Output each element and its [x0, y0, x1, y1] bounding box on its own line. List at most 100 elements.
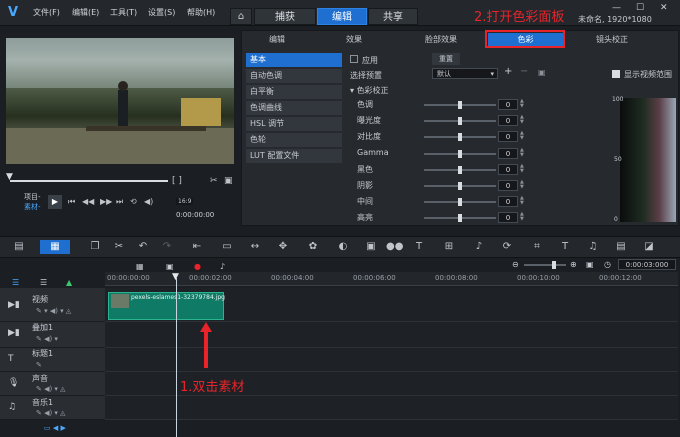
subtab-edit[interactable]: 编辑	[247, 33, 307, 47]
redo-icon[interactable]: ↷	[160, 240, 174, 254]
record-screen-icon[interactable]: ▭	[220, 240, 234, 254]
music-track-controls[interactable]: ✎ ◀) ▾ ◬	[36, 409, 66, 417]
subtab-lens-correction[interactable]: 镜头校正	[577, 33, 647, 47]
slider-knob[interactable]	[458, 150, 462, 158]
track-manager-icon[interactable]: ☰	[40, 278, 47, 287]
stepper-arrows-icon[interactable]: ▲ ▼	[520, 164, 524, 174]
close-icon[interactable]: ✕	[660, 3, 668, 13]
effects-icon[interactable]: ▣	[364, 240, 378, 254]
slider-knob[interactable]	[458, 198, 462, 206]
repeat-icon[interactable]: ⟲	[130, 197, 137, 206]
minimize-icon[interactable]: —	[612, 3, 621, 13]
stepper-arrows-icon[interactable]: ▲ ▼	[520, 115, 524, 125]
menu-edit[interactable]: 编辑(E)	[72, 7, 99, 18]
color-list-basic[interactable]: 基本	[246, 53, 342, 67]
menu-help[interactable]: 帮助(H)	[187, 7, 215, 18]
auto-music-icon[interactable]: ♪	[220, 262, 225, 271]
add-preset-icon[interactable]: +	[504, 66, 512, 77]
mask-icon[interactable]: ◐	[336, 240, 350, 254]
color-list-lut[interactable]: LUT 配置文件	[246, 149, 342, 163]
stepper-arrows-icon[interactable]: ▲ ▼	[520, 196, 524, 206]
slider-value-input[interactable]: 0	[498, 196, 518, 207]
track-lane-music[interactable]	[105, 396, 678, 420]
home-icon[interactable]: ⌂	[230, 8, 252, 25]
menu-tools[interactable]: 工具(T)	[110, 7, 137, 18]
timeline-playhead[interactable]	[176, 278, 177, 437]
subtab-face-effect[interactable]: 脸部效果	[408, 33, 474, 47]
clock-icon[interactable]: ◷	[604, 260, 611, 269]
play-button[interactable]: ▶	[48, 195, 62, 209]
stepper-arrows-icon[interactable]: ▲ ▼	[520, 131, 524, 141]
fit-timeline-icon[interactable]: ▣	[586, 260, 594, 269]
move-icon[interactable]: ✥	[276, 240, 290, 254]
text-3d-icon[interactable]: T	[558, 240, 572, 254]
volume-icon[interactable]: ◀)	[144, 197, 153, 206]
track-lane-title[interactable]	[105, 348, 678, 372]
color-list-auto-tone[interactable]: 自动色调	[246, 69, 342, 83]
apply-checkbox[interactable]	[350, 55, 358, 63]
tab-share[interactable]: 共享	[368, 8, 418, 25]
preview-scrubber[interactable]	[10, 180, 168, 182]
title-icon[interactable]: T	[412, 240, 426, 254]
overlay-track-controls[interactable]: ✎ ◀) ▾	[36, 335, 58, 343]
slider-knob[interactable]	[458, 101, 462, 109]
stepper-arrows-icon[interactable]: ▲ ▼	[520, 148, 524, 158]
preset-select[interactable]: 默认 ▾	[432, 68, 498, 79]
zoom-slider[interactable]	[524, 264, 566, 266]
slider-value-input[interactable]: 0	[498, 99, 518, 110]
preview-timecode[interactable]: 0:00:00:00	[176, 211, 214, 219]
stepper-arrows-icon[interactable]: ▲ ▼	[520, 99, 524, 109]
color-list-tone-curve[interactable]: 色调曲线	[246, 101, 342, 115]
audio-ducking-icon[interactable]: ♫	[586, 240, 600, 254]
tab-edit[interactable]: 编辑	[317, 8, 367, 25]
title-track-controls[interactable]: ✎	[36, 361, 42, 369]
subtab-effect[interactable]: 效果	[326, 33, 382, 47]
tab-capture[interactable]: 捕获	[254, 8, 316, 25]
mode-clip[interactable]: 素材-	[24, 202, 41, 212]
slider-value-input[interactable]: 0	[498, 212, 518, 223]
path-icon[interactable]: ⟳	[500, 240, 514, 254]
fit-icon[interactable]: ⇤	[190, 240, 204, 254]
zoom-slider-knob[interactable]	[552, 261, 556, 269]
split-screen-icon[interactable]: ⊞	[442, 240, 456, 254]
slider-knob[interactable]	[458, 182, 462, 190]
color-list-hsl[interactable]: HSL 调节	[246, 117, 342, 131]
smart-package-icon[interactable]: ◪	[642, 240, 656, 254]
prev-frame-icon[interactable]: ◀◀	[82, 197, 94, 206]
stepper-arrows-icon[interactable]: ▲ ▼	[520, 212, 524, 222]
capture-icon[interactable]: ▣	[166, 262, 174, 271]
menu-settings[interactable]: 设置(S)	[148, 7, 175, 18]
remove-preset-icon[interactable]: −	[520, 66, 528, 77]
slider-value-input[interactable]: 0	[498, 115, 518, 126]
audio-mixer-icon[interactable]: ♪	[472, 240, 486, 254]
slider-knob[interactable]	[458, 214, 462, 222]
timeline-view-icon[interactable]: ▦	[40, 240, 70, 254]
color-list-color-wheel[interactable]: 色轮	[246, 133, 342, 147]
track-scroll-controls[interactable]: ▭ ◀ ▶	[44, 424, 66, 432]
add-track-icon[interactable]: ▲	[66, 278, 72, 287]
chapter-icon[interactable]: ▦	[136, 262, 144, 271]
slider-value-input[interactable]: 0	[498, 131, 518, 142]
color-list-white-balance[interactable]: 白平衡	[246, 85, 342, 99]
zoom-in-icon[interactable]: ⊕	[570, 260, 577, 269]
stepper-arrows-icon[interactable]: ▲ ▼	[520, 180, 524, 190]
slider-knob[interactable]	[458, 133, 462, 141]
color-picker-icon[interactable]: ✿	[306, 240, 320, 254]
slider-knob[interactable]	[458, 117, 462, 125]
subtitle-icon[interactable]: ▤	[614, 240, 628, 254]
video-track-controls[interactable]: ✎ ▾ ◀) ▾ ◬	[36, 307, 71, 315]
reset-button[interactable]: 重置	[432, 53, 460, 65]
crop-icon[interactable]: ⌗	[530, 240, 544, 254]
snapshot-icon[interactable]: ▣	[224, 176, 233, 186]
copy-icon[interactable]: ❐	[88, 240, 102, 254]
track-lane-overlay[interactable]	[105, 322, 678, 348]
storyboard-view-icon[interactable]: ▤	[12, 240, 26, 254]
voice-track-controls[interactable]: ✎ ◀) ▾ ◬	[36, 385, 66, 393]
aspect-ratio-select[interactable]: 16:9	[176, 198, 194, 205]
go-end-icon[interactable]: ⏭	[116, 197, 123, 207]
next-frame-icon[interactable]: ▶▶	[100, 197, 112, 206]
motion-icon[interactable]: ●●	[386, 240, 403, 254]
maximize-icon[interactable]: ☐	[636, 3, 644, 13]
undo-icon[interactable]: ↶	[136, 240, 150, 254]
timeline-timecode[interactable]: 0:00:03:000	[618, 259, 676, 270]
